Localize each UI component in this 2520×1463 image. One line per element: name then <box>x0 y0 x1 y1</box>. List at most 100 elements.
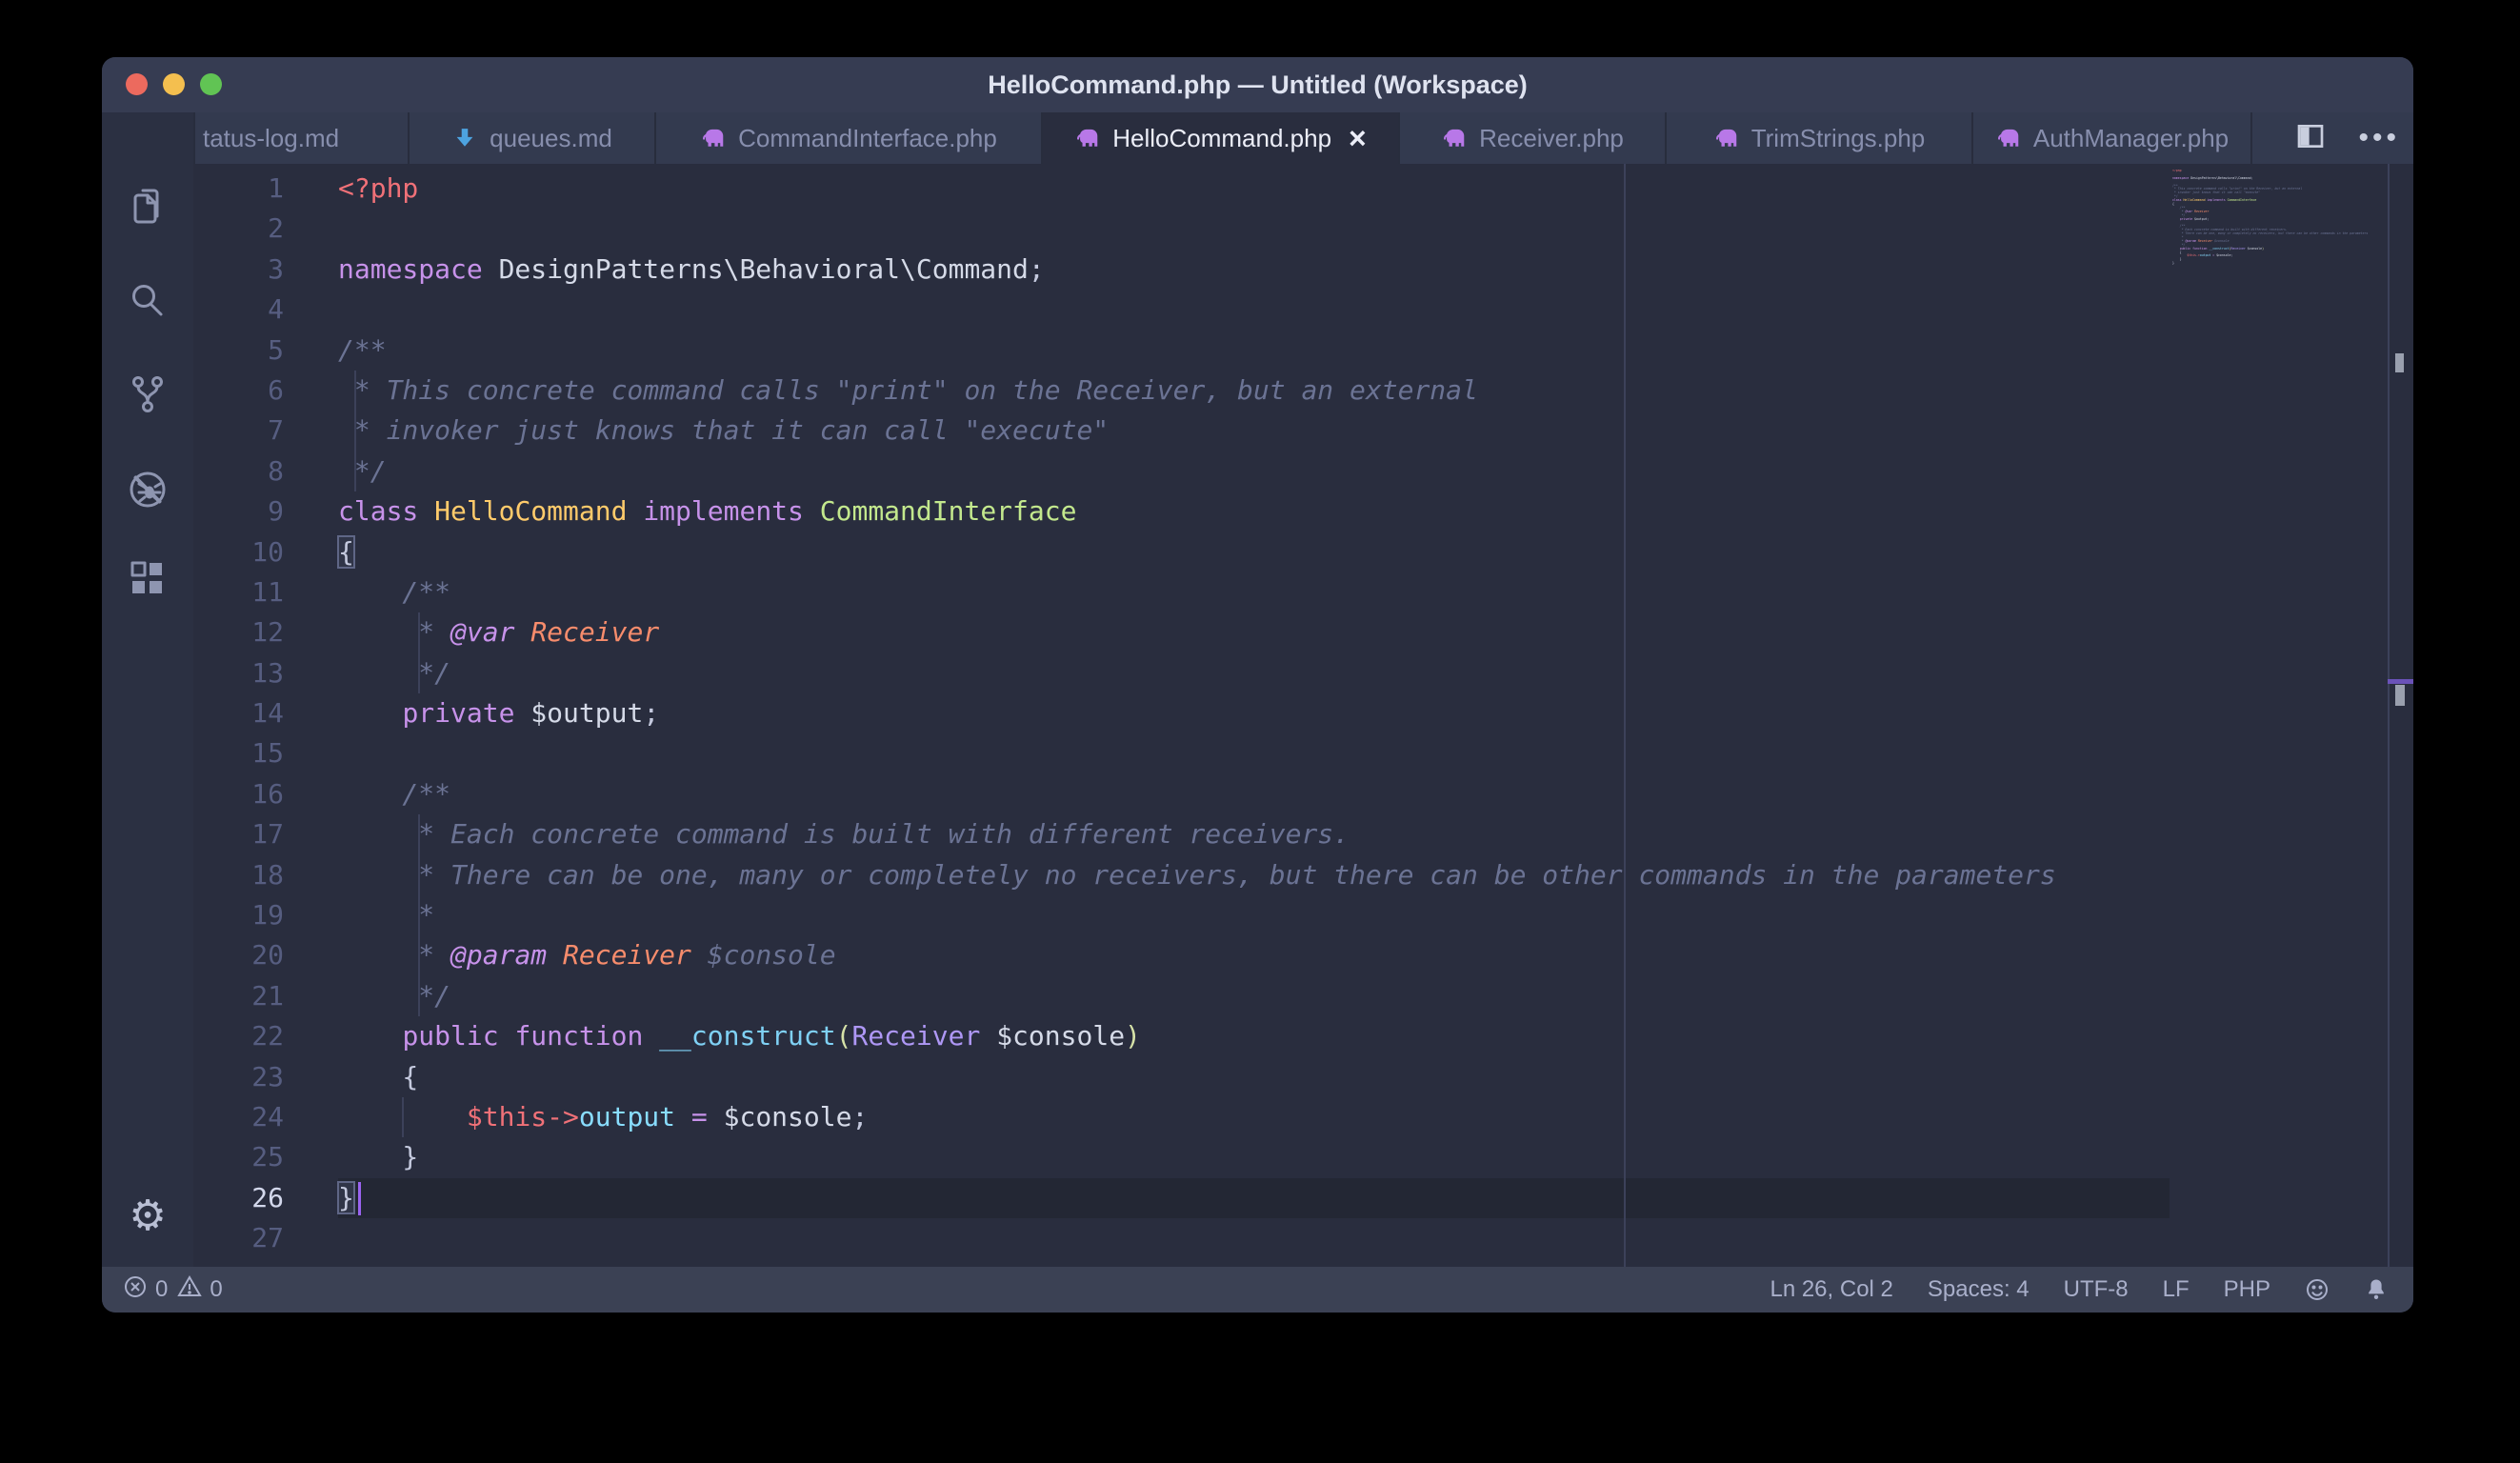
code-token: function <box>514 1020 660 1052</box>
line-number: 16 <box>251 777 284 810</box>
tab-queues-md[interactable]: queues.md <box>410 112 656 164</box>
code-line[interactable]: $this->output = $console; <box>338 1096 2413 1138</box>
code-token: { <box>338 1060 419 1092</box>
code-line[interactable]: <?php <box>338 169 2413 209</box>
code-token: @var <box>2185 209 2195 213</box>
tab-receiver-php[interactable]: Receiver.php <box>1400 112 1667 164</box>
code-line[interactable]: { <box>337 532 2413 572</box>
code-token: namespace <box>2172 175 2191 180</box>
code-line[interactable]: * This concrete command calls "print" on… <box>338 370 2413 411</box>
code-token: @var <box>450 616 531 649</box>
code-line[interactable]: namespace DesignPatterns\Behavioral\Comm… <box>338 250 2413 290</box>
line-number: 15 <box>251 737 284 770</box>
php-elephant-icon <box>1441 125 1468 151</box>
code-token: <?php <box>2172 170 2182 172</box>
line-number: 13 <box>251 656 284 689</box>
bell-icon[interactable] <box>2364 1277 2389 1302</box>
status-item-utf-8[interactable]: UTF-8 <box>2064 1276 2129 1303</box>
activity-item-debug-disabled-icon[interactable] <box>125 467 170 512</box>
tab-commandinterface-php[interactable]: CommandInterface.php <box>656 112 1043 164</box>
tab-label: Receiver.php <box>1479 123 1624 152</box>
code-line[interactable]: */ <box>338 975 2413 1017</box>
status-right-items: Ln 26, Col 2 Spaces: 4 UTF-8 LF PHP <box>1770 1276 2413 1303</box>
activity-item-files-icon[interactable] <box>125 183 170 229</box>
tab-close-icon[interactable]: × <box>1349 123 1367 153</box>
code-token: private <box>402 697 531 730</box>
text-cursor <box>357 1181 361 1215</box>
line-number: 12 <box>251 616 284 649</box>
status-item-lf[interactable]: LF <box>2163 1276 2190 1303</box>
split-editor-icon[interactable] <box>2295 121 2326 156</box>
smiley-icon[interactable] <box>2305 1277 2330 1302</box>
vscode-window: HelloCommand.php — Untitled (Workspace) … <box>102 57 2413 1313</box>
status-warning-count[interactable]: 0 <box>177 1274 223 1306</box>
code-token: namespace <box>338 252 499 285</box>
code-line[interactable]: class HelloCommand implements CommandInt… <box>338 491 2413 531</box>
code-line[interactable]: * @param Receiver $console <box>338 935 2413 976</box>
settings-gear-icon[interactable]: ⚙ <box>125 1193 170 1239</box>
code-token: $console <box>707 939 836 972</box>
code-line[interactable]: /** <box>338 331 2413 371</box>
editor-group: tatus-log.md queues.md CommandInterface.ph… <box>193 112 2413 1267</box>
problems-summary[interactable]: 00 <box>102 1274 223 1306</box>
code-line[interactable] <box>338 1218 2413 1258</box>
line-number: 23 <box>251 1060 284 1092</box>
code-line[interactable]: /** <box>338 572 2413 612</box>
code-token: <?php <box>338 172 419 204</box>
code-line[interactable]: { <box>338 1057 2413 1097</box>
line-number: 10 <box>251 535 284 568</box>
code-token: $console <box>2216 253 2231 258</box>
arrow-down-icon <box>451 125 478 151</box>
activity-item-search-icon[interactable] <box>125 278 170 324</box>
tab-tatus-log-md[interactable]: tatus-log.md <box>193 112 410 164</box>
code-line[interactable]: * <box>338 895 2413 936</box>
line-number: 2 <box>268 212 284 245</box>
tab-authmanager-php[interactable]: AuthManager.php <box>1973 112 2252 164</box>
code-line[interactable]: /** <box>338 774 2413 814</box>
code-token: CommandInterface <box>819 495 1077 528</box>
code-line[interactable]: private $output; <box>338 693 2413 733</box>
code-token: $this <box>466 1100 548 1132</box>
code-line[interactable]: } <box>338 1137 2413 1177</box>
code-token: HelloCommand <box>2183 198 2208 203</box>
line-number: 8 <box>268 454 284 487</box>
tab-trimstrings-php[interactable]: TrimStrings.php <box>1667 112 1973 164</box>
code-token: public <box>402 1020 515 1052</box>
desktop-background: HelloCommand.php — Untitled (Workspace) … <box>0 0 2520 1463</box>
code-line[interactable]: */ <box>338 451 2413 492</box>
code-line[interactable]: } <box>337 1177 2413 1219</box>
status-item-ln-26-col-2[interactable]: Ln 26, Col 2 <box>1770 1276 1892 1303</box>
code-token: @param <box>450 939 564 972</box>
code-token: ; <box>2250 175 2253 180</box>
code-token: $console <box>996 1020 1126 1052</box>
minimap[interactable]: <?php namespace DesignPatterns\Behavioral… <box>2172 170 2386 293</box>
tab-hellocommand-php[interactable]: HelloCommand.php × <box>1043 112 1400 164</box>
status-error-count[interactable]: 0 <box>123 1274 168 1306</box>
activity-item-extensions-icon[interactable] <box>125 556 170 602</box>
code-line[interactable] <box>338 290 2413 330</box>
code-line[interactable] <box>338 733 2413 773</box>
more-actions-icon[interactable]: ••• <box>2358 112 2400 164</box>
code-token: $output <box>2194 216 2208 221</box>
line-number: 3 <box>268 252 284 285</box>
code-line[interactable]: * invoker just knows that it can call "e… <box>338 411 2413 451</box>
activity-item-source-control-icon[interactable] <box>125 371 170 417</box>
line-number: 11 <box>251 575 284 608</box>
code-line[interactable]: public function __construct(Receiver $co… <box>338 1016 2413 1056</box>
status-item-spaces-4[interactable]: Spaces: 4 <box>1928 1276 2030 1303</box>
code-line[interactable]: * @var Receiver <box>338 612 2413 653</box>
line-number: 17 <box>251 818 284 851</box>
code-line[interactable]: */ <box>338 652 2413 694</box>
code-content[interactable]: <?php namespace DesignPatterns\Behavioral… <box>337 169 2413 1259</box>
code-token: implements <box>2207 198 2228 203</box>
code-line[interactable]: * There can be one, many or completely n… <box>338 854 2413 896</box>
code-token: { <box>337 534 355 569</box>
status-item-php[interactable]: PHP <box>2224 1276 2270 1303</box>
line-number: 18 <box>251 858 284 891</box>
code-editor[interactable]: 1 2 3 4 5 6 7 8 9 10 11 12 13 14 15 16 17 18 19 20 21 22 23 24 2… <box>193 164 2413 1267</box>
code-token: * There can be one, many or completely n… <box>338 858 2056 891</box>
code-line[interactable]: * Each concrete command is built with di… <box>338 814 2413 855</box>
code-line[interactable] <box>338 209 2413 249</box>
